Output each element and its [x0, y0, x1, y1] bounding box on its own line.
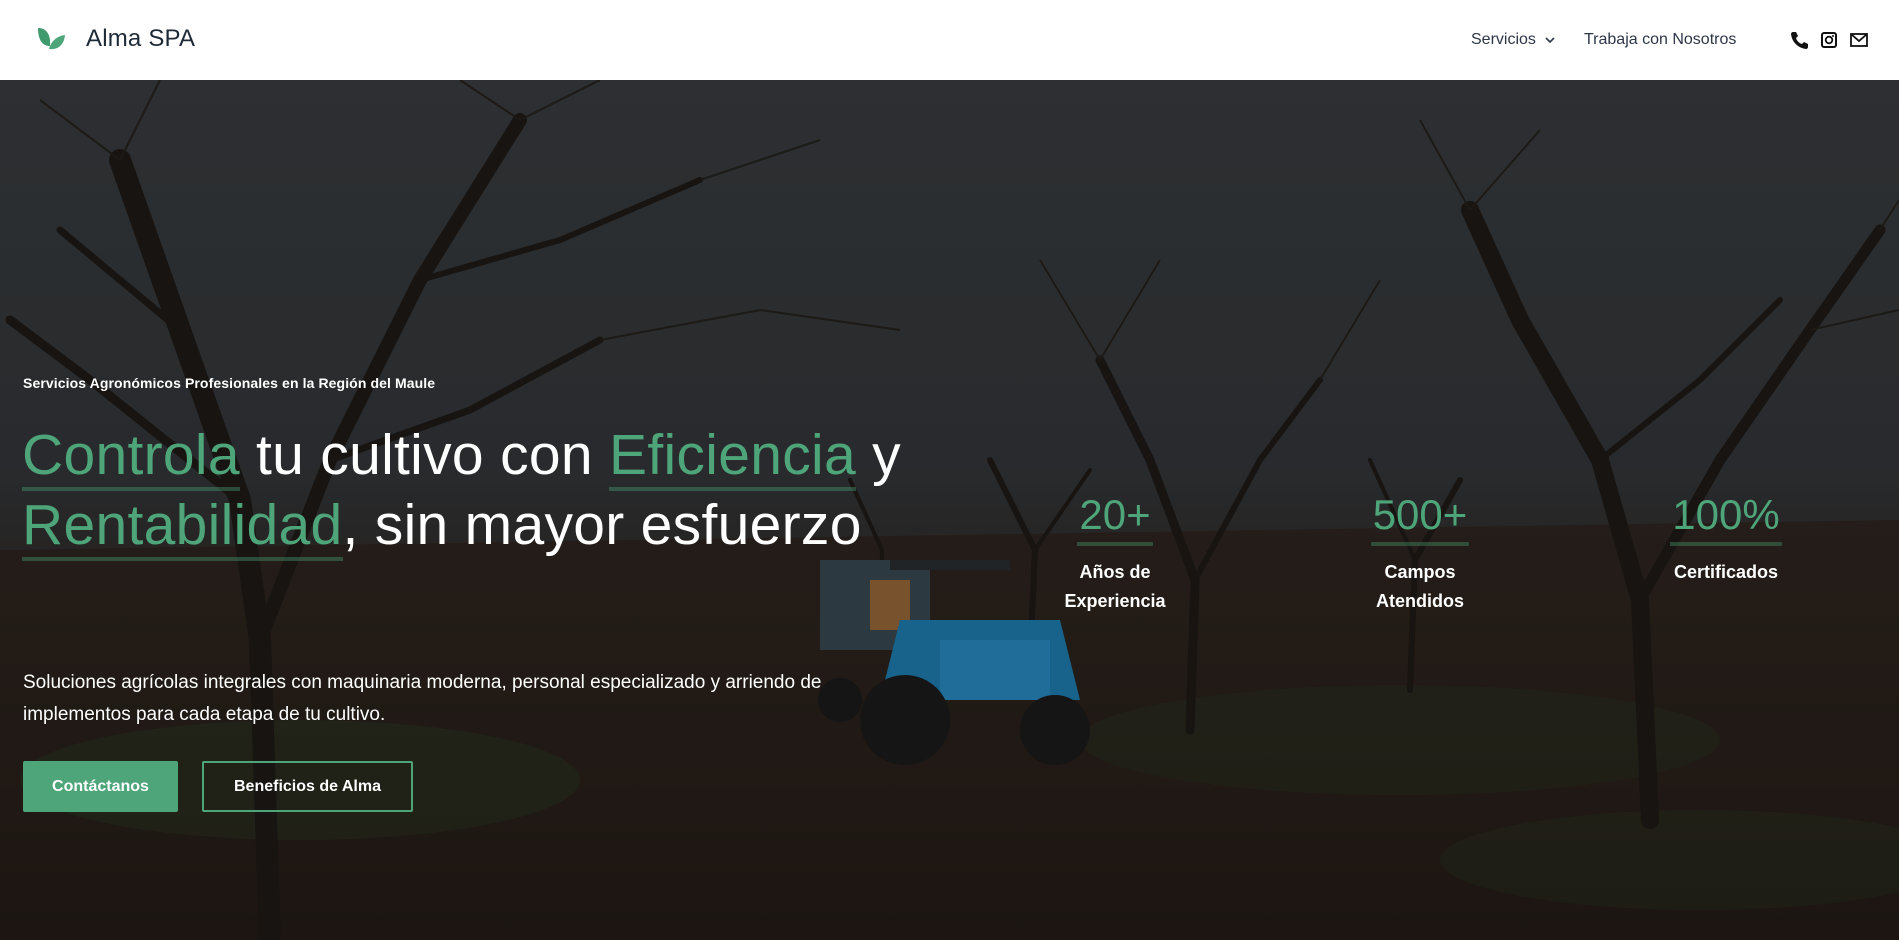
stat-label: Certificados: [1673, 562, 1779, 582]
hero-title-text-2: y: [855, 423, 901, 487]
brand[interactable]: Alma SPA: [34, 22, 195, 56]
hero-tagline: Servicios Agronómicos Profesionales en l…: [23, 375, 436, 391]
hero-description: Soluciones agrícolas integrales con maqu…: [23, 672, 822, 725]
contact-icons: [1789, 30, 1869, 50]
hero-title-highlight-3: Rentabilidad: [22, 493, 343, 561]
site-header: Alma SPA Servicios Trabaja con Nosotros: [0, 0, 1899, 80]
contact-button[interactable]: Contáctanos: [23, 761, 178, 812]
stat-value: 100%: [1670, 488, 1782, 546]
hero-section: Servicios Agronómicos Profesionales en l…: [0, 80, 1899, 940]
hero-title-highlight-1: Controla: [22, 423, 240, 491]
instagram-icon[interactable]: [1819, 30, 1839, 50]
hero-title-highlight-2: Eficiencia: [609, 423, 856, 491]
hero-title: Controla tu cultivo con Eficiencia y Ren…: [22, 420, 922, 561]
phone-icon[interactable]: [1789, 30, 1809, 50]
stat-fields: 500+ Campos Atendidos: [1310, 488, 1530, 616]
nav-item-services[interactable]: Servicios: [1471, 31, 1556, 49]
nav-item-jobs[interactable]: Trabaja con Nosotros: [1584, 31, 1736, 49]
leaf-logo-icon: [38, 28, 65, 50]
stat-label: Años de Experiencia: [1064, 562, 1166, 611]
stat-value: 20+: [1077, 488, 1153, 546]
stat-label: Campos Atendidos: [1376, 562, 1464, 611]
stat-value: 500+: [1370, 488, 1470, 546]
stat-certified: 100% Certificados: [1616, 488, 1836, 587]
nav-item-services-label: Servicios: [1471, 31, 1536, 48]
nav-item-jobs-label: Trabaja con Nosotros: [1584, 31, 1737, 48]
stat-experience: 20+ Años de Experiencia: [1005, 488, 1225, 616]
brand-name: Alma SPA: [86, 25, 196, 52]
hero-title-text-3: , sin mayor esfuerzo: [342, 493, 862, 557]
chevron-down-icon: [1545, 37, 1555, 44]
hero-title-text-1: tu cultivo con: [239, 423, 610, 487]
benefits-button[interactable]: Beneficios de Alma: [202, 761, 413, 812]
mail-icon[interactable]: [1849, 30, 1869, 50]
